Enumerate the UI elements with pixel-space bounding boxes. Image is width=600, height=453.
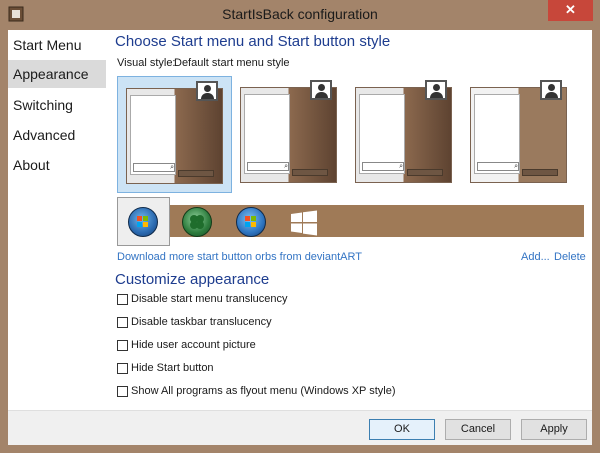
checkbox[interactable] <box>117 317 128 328</box>
close-icon: ✕ <box>565 2 576 17</box>
sidebar-item-switching[interactable]: Switching <box>8 91 106 119</box>
windows-orb-icon[interactable] <box>128 207 158 237</box>
shutdown-bar <box>407 169 443 176</box>
style-option-4[interactable]: ⌕ <box>462 76 577 193</box>
style-preview: ⌕ <box>355 80 452 183</box>
sidebar: Start Menu Appearance Switching Advanced… <box>8 30 106 410</box>
style-preview: ⌕ <box>240 80 337 183</box>
style-option-3[interactable]: ⌕ <box>347 76 462 193</box>
checkbox[interactable] <box>117 340 128 351</box>
button-bar: OK Cancel Apply <box>8 410 592 445</box>
section-title-customize: Customize appearance <box>115 271 270 288</box>
delete-orb-link[interactable]: Delete <box>554 251 586 263</box>
close-button[interactable]: ✕ <box>548 0 593 21</box>
download-orbs-link[interactable]: Download more start button orbs from dev… <box>117 251 362 263</box>
windows7-orb-icon[interactable] <box>236 207 266 237</box>
title-bar[interactable]: StartIsBack configuration ✕ <box>0 0 600 30</box>
visual-style-label: Visual style: <box>117 57 176 69</box>
user-avatar-icon <box>310 80 332 100</box>
section-title-style: Choose Start menu and Start button style <box>115 33 391 50</box>
window-frame: StartIsBack configuration ✕ Start Menu A… <box>0 0 600 453</box>
user-avatar-icon <box>425 80 447 100</box>
style-option-1[interactable]: ⌕ <box>117 76 232 193</box>
user-avatar-icon <box>540 80 562 100</box>
window-title: StartIsBack configuration <box>222 6 378 22</box>
checkbox[interactable] <box>117 363 128 374</box>
sidebar-item-appearance[interactable]: Appearance <box>8 60 106 88</box>
sidebar-item-about[interactable]: About <box>8 151 106 179</box>
cancel-button[interactable]: Cancel <box>445 419 511 440</box>
apply-button[interactable]: Apply <box>521 419 587 440</box>
clover-orb-icon[interactable] <box>182 207 212 237</box>
sidebar-item-start-menu[interactable]: Start Menu <box>8 31 106 59</box>
sidebar-item-advanced[interactable]: Advanced <box>8 121 106 149</box>
add-orb-link[interactable]: Add... <box>521 251 550 263</box>
visual-style-value: Default start menu style <box>174 57 290 69</box>
style-preview: ⌕ <box>126 81 223 184</box>
shutdown-bar <box>292 169 328 176</box>
shutdown-bar <box>178 170 214 177</box>
style-option-2[interactable]: ⌕ <box>232 76 347 193</box>
shutdown-bar <box>522 169 558 176</box>
ok-button[interactable]: OK <box>369 419 435 440</box>
windows8-logo-icon[interactable] <box>290 210 318 236</box>
checkbox[interactable] <box>117 294 128 305</box>
checkbox[interactable] <box>117 386 128 397</box>
user-avatar-icon <box>196 81 218 101</box>
style-preview: ⌕ <box>470 80 567 183</box>
client-area: Start Menu Appearance Switching Advanced… <box>8 30 592 445</box>
